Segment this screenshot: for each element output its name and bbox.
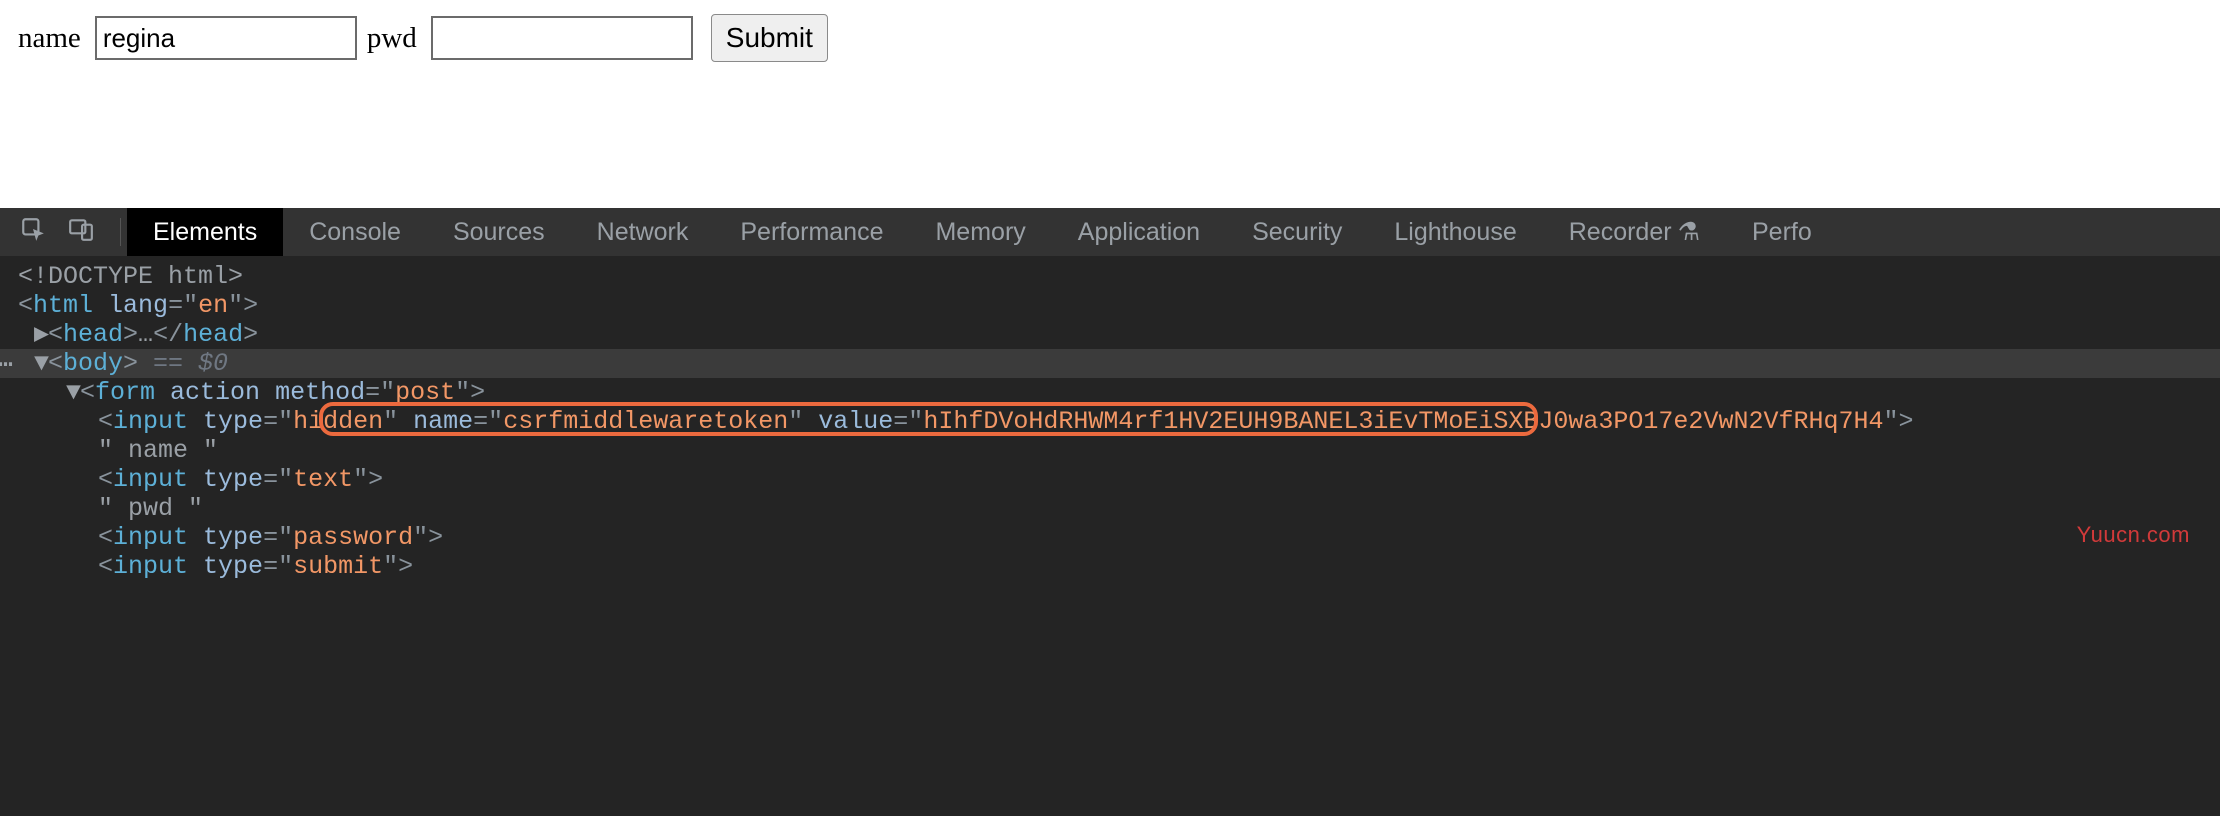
login-form: name pwd Submit [0,0,2220,76]
flask-icon: ⚗ [1678,217,1700,247]
devtools-tabbar: Elements Console Sources Network Perform… [0,208,2220,256]
submit-input-line[interactable]: <input type="submit"> [18,552,2220,581]
name-input[interactable] [95,16,357,60]
text-pwd-line: " pwd " [18,494,2220,523]
password-input-line[interactable]: <input type="password"> [18,523,2220,552]
hidden-input-line[interactable]: <input type="hidden" name="csrfmiddlewar… [18,407,2220,436]
form-open-line[interactable]: ▼<form action method="post"> [18,378,2220,407]
separator [120,218,121,246]
tab-lighthouse[interactable]: Lighthouse [1368,208,1542,256]
name-label: name [18,22,81,55]
tab-network[interactable]: Network [571,208,715,256]
submit-button[interactable]: Submit [711,14,828,62]
tab-security[interactable]: Security [1226,208,1368,256]
dom-tree[interactable]: <!DOCTYPE html> <html lang="en"> ▶<head>… [0,256,2220,581]
text-name-line: " name " [18,436,2220,465]
text-input-line[interactable]: <input type="text"> [18,465,2220,494]
html-open-line[interactable]: <html lang="en"> [18,291,2220,320]
tab-console[interactable]: Console [283,208,427,256]
tab-perfo-truncated[interactable]: Perfo [1726,208,1838,256]
tab-elements[interactable]: Elements [127,208,283,256]
pwd-label: pwd [367,22,417,55]
devtools-panel: Elements Console Sources Network Perform… [0,208,2220,816]
tab-recorder[interactable]: Recorder⚗ [1543,208,1726,256]
tab-application[interactable]: Application [1052,208,1226,256]
head-collapsed-line[interactable]: ▶<head>…</head> [18,320,2220,349]
doctype-line: <!DOCTYPE html> [18,262,2220,291]
body-selected-line[interactable]: ⋯▼<body> == $0 [0,349,2220,378]
tab-sources[interactable]: Sources [427,208,571,256]
tab-performance[interactable]: Performance [714,208,909,256]
pwd-input[interactable] [431,16,693,60]
watermark: Yuucn.com [2077,522,2190,548]
tab-memory[interactable]: Memory [909,208,1051,256]
inspect-icon[interactable] [20,216,46,249]
device-toggle-icon[interactable] [68,216,94,249]
